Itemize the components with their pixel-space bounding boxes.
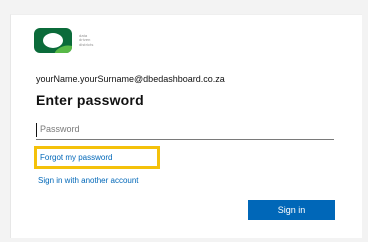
account-email: yourName.yourSurname@dbedashboard.co.za [36, 74, 225, 84]
sign-in-button[interactable]: Sign in [248, 200, 335, 220]
login-screen: data driven districts yourName.yourSurna… [0, 0, 368, 242]
page-title: Enter password [36, 92, 144, 108]
brand-line-districts: districts [79, 41, 94, 47]
text-cursor [36, 123, 37, 137]
company-logo: data driven districts [34, 28, 93, 53]
logo-icon [34, 28, 72, 53]
sign-in-another-account-link[interactable]: Sign in with another account [38, 176, 139, 185]
password-input[interactable] [36, 120, 334, 140]
forgot-password-link[interactable]: Forgot my password [40, 153, 112, 162]
brand-text: data driven districts [79, 33, 94, 48]
